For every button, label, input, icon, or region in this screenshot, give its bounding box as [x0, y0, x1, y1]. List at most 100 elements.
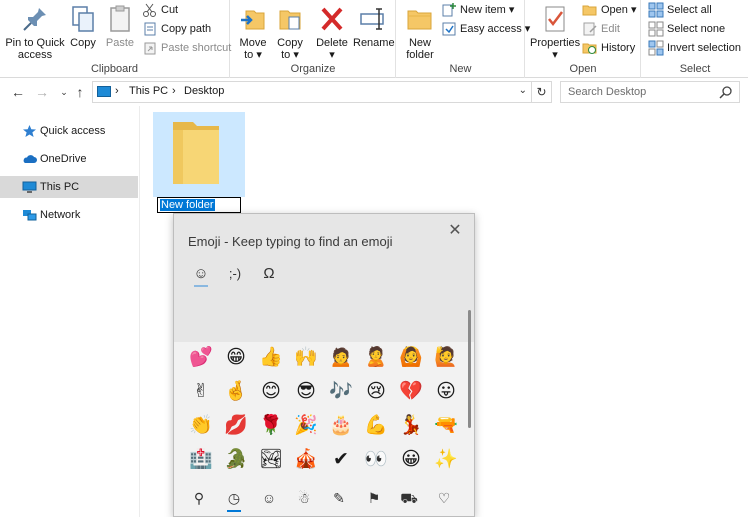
emoji-cell[interactable]: 💪 — [363, 412, 389, 438]
category-pizza-icon[interactable]: ⚑ — [361, 486, 387, 510]
emoji-cell[interactable]: 💋 — [223, 412, 249, 438]
open-button[interactable]: Open ▾ — [582, 1, 637, 19]
category-search-icon[interactable]: ⚲ — [186, 486, 212, 510]
emoji-cell[interactable]: 🐊 — [223, 446, 249, 472]
open-dropdown-icon: ▾ — [627, 4, 637, 16]
select-group-label: Select — [679, 63, 711, 75]
nav-item-this-pc[interactable]: This PC — [0, 176, 138, 198]
edit-button[interactable]: Edit — [582, 20, 620, 38]
close-icon[interactable]: ✕ — [446, 222, 464, 240]
nav-item-network[interactable]: Network — [0, 204, 138, 226]
easy-access-button[interactable]: Easy access ▾ — [441, 20, 530, 38]
emoji-cell[interactable]: 👀 — [363, 446, 389, 472]
emoji-cell[interactable]: 🙌 — [293, 344, 319, 370]
emoji-cell[interactable]: 🎉 — [293, 412, 319, 438]
recent-locations-chevron-icon[interactable]: ⌄ — [56, 83, 72, 101]
copy-label: Copy — [70, 37, 96, 49]
pin-label-2: access — [17, 49, 53, 61]
delete-label: Delete — [316, 37, 348, 49]
properties-button[interactable]: Properties ▾ — [530, 3, 580, 61]
breadcrumb-desktop[interactable]: Desktop — [184, 85, 224, 97]
select-none-button[interactable]: Select none — [648, 20, 725, 38]
emoji-cell[interactable]: 💔 — [398, 378, 424, 404]
network-icon — [22, 208, 37, 222]
search-input[interactable] — [561, 82, 711, 102]
emoji-cell[interactable]: 😢 — [363, 378, 389, 404]
history-button[interactable]: History — [582, 39, 635, 57]
nav-item-onedrive[interactable]: OneDrive — [0, 148, 138, 170]
tab-symbols[interactable]: Ω — [254, 261, 284, 287]
invert-selection-icon — [648, 40, 664, 56]
emoji-cell[interactable]: ✔ — [328, 446, 354, 472]
address-bar[interactable]: › This PC › Desktop ⌄ — [92, 81, 532, 103]
nav-item-quick-access[interactable]: Quick access — [0, 120, 138, 142]
rename-input[interactable]: New folder — [157, 197, 241, 213]
back-arrow-icon[interactable]: ← — [10, 83, 26, 101]
forward-arrow-icon[interactable]: → — [34, 83, 50, 101]
emoji-cell[interactable]: 😎 — [293, 378, 319, 404]
emoji-cell[interactable]: 🙍 — [328, 344, 354, 370]
copy-to-label-2: to — [281, 49, 291, 61]
category-balloon-icon[interactable]: ✎ — [326, 486, 352, 510]
move-to-button[interactable]: Move to ▾ — [237, 3, 269, 61]
emoji-cell[interactable]: 💕 — [188, 344, 214, 370]
rename-label: Rename — [353, 37, 395, 49]
emoji-cell[interactable]: 🙋 — [433, 344, 459, 370]
emoji-cell[interactable]: 🙆 — [398, 344, 424, 370]
emoji-cell[interactable]: 👍 — [258, 344, 284, 370]
emoji-cell[interactable]: 🎶 — [328, 378, 354, 404]
category-people-icon[interactable]: ☃ — [291, 486, 317, 510]
breadcrumb-this-pc[interactable]: This PC — [129, 85, 168, 97]
emoji-cell[interactable]: 😛 — [433, 378, 459, 404]
tab-emoji[interactable]: ☺ — [186, 261, 216, 287]
emoji-cell[interactable]: 🎪 — [293, 446, 319, 472]
emoji-cell[interactable]: 👏 — [188, 412, 214, 438]
emoji-cell[interactable]: 🏞 — [258, 446, 284, 472]
tab-kaomoji[interactable]: ;-) — [220, 261, 250, 287]
category-car-icon[interactable]: ⛟ — [396, 486, 422, 510]
category-heart-icon[interactable]: ♡ — [431, 486, 457, 510]
paste-shortcut-label: Paste shortcut — [161, 42, 232, 54]
copy-button[interactable]: Copy — [66, 3, 100, 49]
copy-path-button[interactable]: Copy path — [142, 20, 211, 38]
invert-selection-label: Invert selection — [667, 42, 741, 54]
emoji-cell[interactable]: 🤞 — [223, 378, 249, 404]
emoji-cell[interactable]: ✌ — [188, 378, 214, 404]
emoji-cell[interactable]: 🎂 — [328, 412, 354, 438]
copy-to-button[interactable]: Copy to ▾ — [273, 3, 307, 61]
select-all-button[interactable]: Select all — [648, 1, 712, 19]
organize-group: Move to ▾ Copy to ▾ Delete ▾ Rename Orga… — [231, 0, 396, 78]
search-icon — [719, 86, 732, 99]
invert-selection-button[interactable]: Invert selection — [648, 39, 741, 57]
address-dropdown-icon[interactable]: ⌄ — [519, 85, 527, 96]
emoji-cell[interactable]: 🏥 — [188, 446, 214, 472]
move-to-dropdown-icon: ▾ — [253, 49, 262, 61]
star-icon — [22, 124, 37, 138]
folder-item[interactable] — [153, 112, 245, 197]
delete-button[interactable]: Delete ▾ — [315, 3, 349, 61]
emoji-cell[interactable]: ✨ — [433, 446, 459, 472]
search-box[interactable] — [560, 81, 740, 103]
category-recent-icon[interactable]: ◷ — [221, 486, 247, 512]
emoji-cell[interactable]: 😊 — [258, 378, 284, 404]
emoji-scrollbar[interactable] — [468, 310, 471, 428]
new-folder-button[interactable]: New folder — [403, 3, 437, 61]
category-smiley-icon[interactable]: ☺ — [256, 486, 282, 510]
refresh-icon[interactable]: ↻ — [532, 81, 552, 103]
paste-shortcut-button[interactable]: Paste shortcut — [142, 39, 231, 57]
rename-button[interactable]: Rename — [353, 3, 395, 49]
paste-button[interactable]: Paste — [102, 3, 138, 49]
move-to-icon — [237, 3, 269, 35]
new-item-button[interactable]: New item ▾ — [441, 1, 514, 19]
clipboard-group: Pin to Quick access Copy Paste Cut Copy … — [0, 0, 231, 78]
emoji-cell[interactable]: 🙎 — [363, 344, 389, 370]
emoji-cell[interactable]: 🌹 — [258, 412, 284, 438]
emoji-cell[interactable]: 😀 — [398, 446, 424, 472]
emoji-cell[interactable]: 🔫 — [433, 412, 459, 438]
emoji-cell[interactable]: 😁 — [223, 344, 249, 370]
cut-button[interactable]: Cut — [142, 1, 178, 19]
new-group-label: New — [449, 63, 472, 75]
up-arrow-icon[interactable]: ↑ — [72, 83, 88, 101]
emoji-cell[interactable]: 💃 — [398, 412, 424, 438]
pin-to-quick-access-button[interactable]: Pin to Quick access — [4, 3, 66, 61]
